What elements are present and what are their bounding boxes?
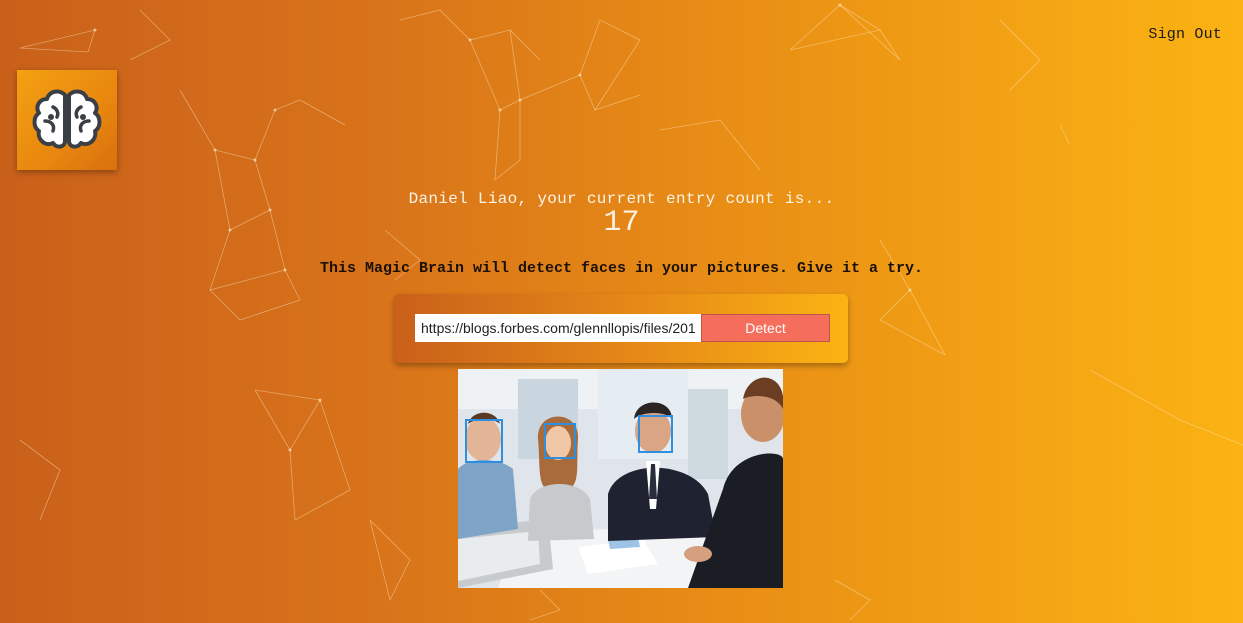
brain-icon: [32, 89, 102, 149]
face-box-2: [544, 423, 576, 459]
instructions-text: This Magic Brain will detect faces in yo…: [319, 260, 924, 277]
sign-out-link[interactable]: Sign Out: [1148, 26, 1222, 43]
face-box-3: [638, 415, 673, 453]
detect-button[interactable]: Detect: [701, 314, 830, 342]
image-link-form: Detect: [394, 294, 848, 363]
image-url-input[interactable]: [415, 314, 701, 342]
entry-count-value: 17: [603, 206, 640, 240]
business-meeting-photo: [458, 369, 783, 588]
logo-card: [17, 70, 117, 170]
face-box-1: [465, 419, 503, 463]
face-detection-image: [458, 369, 783, 588]
